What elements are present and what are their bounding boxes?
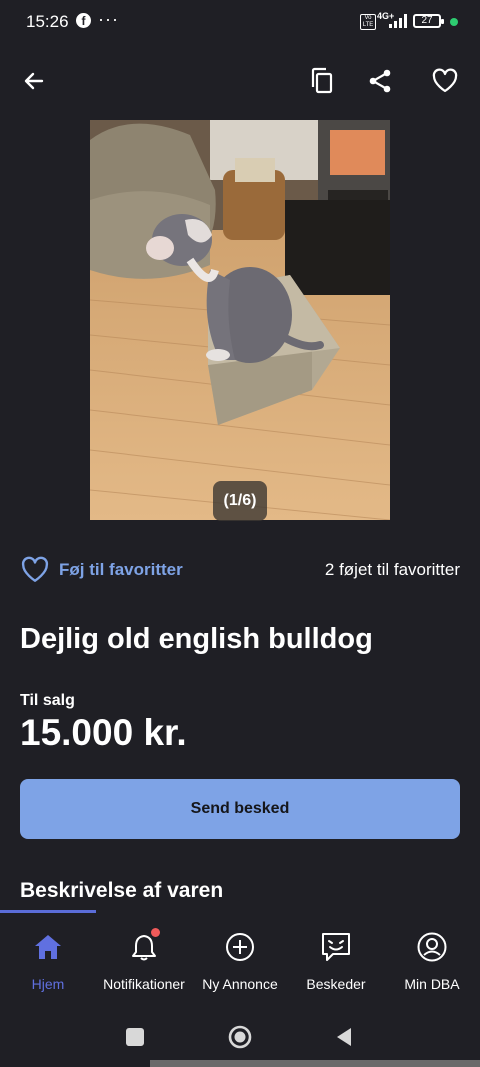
status-bar: 15:26 f ··· Vo LTE 4G+ 27: [0, 0, 480, 44]
nav-label-notifications: Notifikationer: [103, 976, 185, 992]
facebook-notification-icon: f: [76, 13, 91, 28]
share-button[interactable]: [358, 59, 402, 103]
nav-label-my-dba: Min DBA: [404, 976, 460, 992]
nav-item-my-dba[interactable]: Min DBA: [384, 918, 480, 1004]
listing-photo[interactable]: [90, 120, 390, 520]
profile-icon: [412, 927, 452, 967]
add-to-favorites-label[interactable]: Føj til favoritter: [59, 560, 183, 580]
chat-icon: [316, 927, 356, 967]
heart-outline-icon: [21, 556, 49, 582]
more-notifications-icon: ···: [98, 9, 119, 29]
photo-counter: (1/6): [213, 481, 267, 521]
nav-label-new-listing: Ny Annonce: [202, 976, 278, 992]
battery-icon: 27: [413, 14, 444, 28]
nav-item-messages[interactable]: Beskeder: [288, 918, 384, 1004]
status-time: 15:26: [26, 12, 69, 31]
signal-icon: [389, 14, 407, 28]
nav-item-home[interactable]: Hjem: [0, 918, 96, 1004]
home-icon: [28, 927, 68, 967]
listing-price: 15.000 kr.: [20, 712, 187, 753]
copy-link-button[interactable]: [300, 59, 344, 103]
home-circle-icon: [228, 1025, 252, 1049]
nav-label-messages: Beskeder: [306, 976, 366, 992]
gesture-strip: [150, 1060, 480, 1067]
privacy-indicator-dot: [450, 18, 458, 26]
plus-circle-icon: [220, 927, 260, 967]
listing-title: Dejlig old english bulldog: [20, 623, 373, 655]
heart-outline-icon: [432, 68, 458, 93]
volte-icon: Vo LTE: [360, 14, 376, 30]
favorite-toggle-button[interactable]: [423, 59, 467, 103]
nav-item-notifications[interactable]: Notifikationer: [96, 918, 192, 1004]
back-button[interactable]: [12, 59, 56, 103]
favorites-count: 2 føjet til favoritter: [324, 560, 460, 579]
active-tab-indicator: [0, 910, 96, 913]
add-to-favorites-button[interactable]: [20, 556, 50, 584]
share-icon: [369, 69, 391, 93]
arrow-left-icon: [24, 72, 44, 90]
sale-type: Til salg: [20, 692, 75, 709]
description-heading: Beskrivelse af varen: [20, 879, 224, 902]
nav-label-home: Hjem: [31, 976, 65, 992]
notification-badge: [151, 928, 160, 937]
nav-item-new-listing[interactable]: Ny Annonce: [192, 918, 288, 1004]
copy-icon: [311, 67, 333, 94]
recent-apps-button[interactable]: [126, 1028, 144, 1046]
send-message-button[interactable]: Send besked: [20, 779, 460, 839]
home-button[interactable]: [228, 1025, 252, 1049]
dog-photo-illustration: [90, 120, 390, 520]
back-system-button[interactable]: [334, 1026, 354, 1048]
back-triangle-icon: [337, 1028, 351, 1046]
